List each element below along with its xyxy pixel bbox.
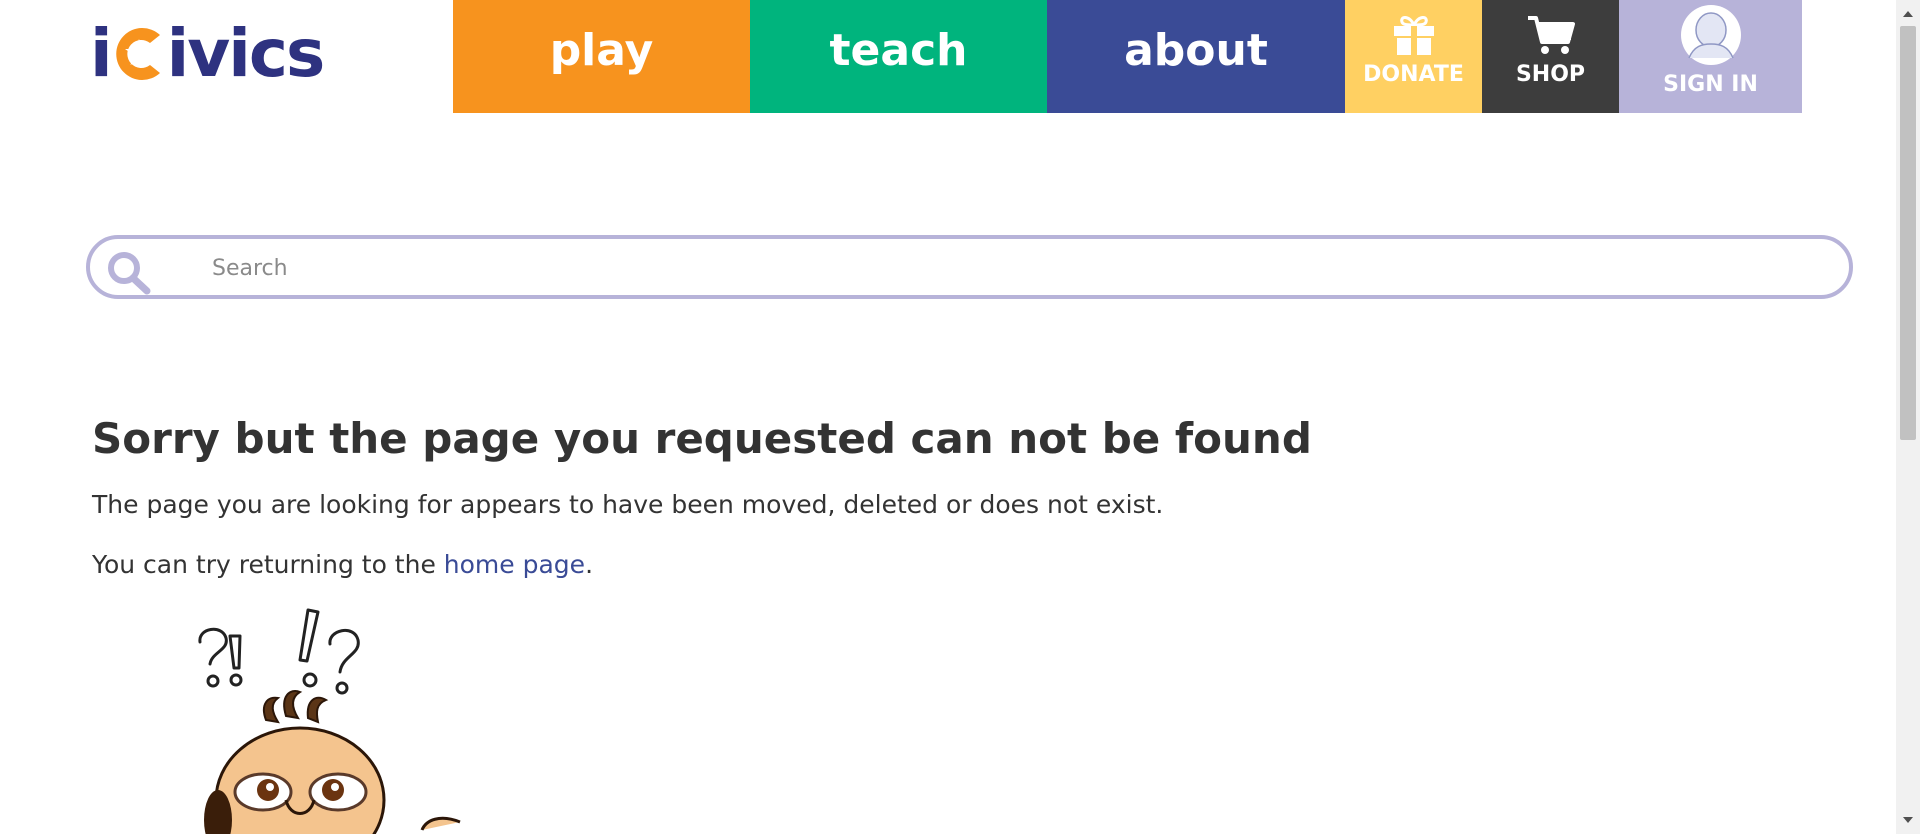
nav-play[interactable]: play (453, 0, 750, 113)
return-home-text: You can try returning to the home page. (92, 550, 593, 579)
main-nav: play teach about DONATE SHOP SIGN IN (453, 0, 1802, 113)
logo-wordmark: i ivics (90, 15, 326, 92)
return-home-prefix: You can try returning to the (92, 550, 444, 579)
search-icon[interactable] (106, 250, 152, 296)
nav-about[interactable]: about (1047, 0, 1345, 113)
error-description: The page you are looking for appears to … (92, 490, 1164, 519)
nav-donate[interactable]: DONATE (1345, 0, 1482, 113)
confused-character-illustration (198, 608, 461, 834)
logo-suffix: ivics (166, 15, 326, 92)
gift-icon (1393, 16, 1434, 55)
nav-donate-label: DONATE (1363, 62, 1464, 87)
nav-teach[interactable]: teach (750, 0, 1047, 113)
cart-icon (1527, 16, 1575, 54)
nav-sign-in[interactable]: SIGN IN (1619, 0, 1802, 113)
return-home-suffix: . (585, 550, 594, 579)
scrollbar-thumb[interactable] (1900, 26, 1916, 440)
logo-prefix: i (90, 15, 113, 92)
scroll-down-arrow-icon[interactable] (1896, 810, 1920, 830)
avatar-icon (1680, 5, 1741, 65)
home-page-link[interactable]: home page (444, 550, 585, 579)
page: i ivics play teach about DONATE SHOP SIG… (0, 0, 1920, 834)
icivics-logo[interactable]: i ivics (90, 14, 390, 94)
search-input[interactable] (210, 245, 1814, 291)
page-title: Sorry but the page you requested can not… (92, 414, 1312, 463)
nav-shop-label: SHOP (1515, 62, 1586, 87)
nav-shop[interactable]: SHOP (1482, 0, 1619, 113)
logo-star-c-icon (112, 25, 166, 83)
vertical-scrollbar[interactable] (1896, 0, 1920, 834)
nav-sign-in-label: SIGN IN (1663, 72, 1758, 97)
search-bar (86, 235, 1853, 299)
scroll-up-arrow-icon[interactable] (1896, 4, 1920, 24)
